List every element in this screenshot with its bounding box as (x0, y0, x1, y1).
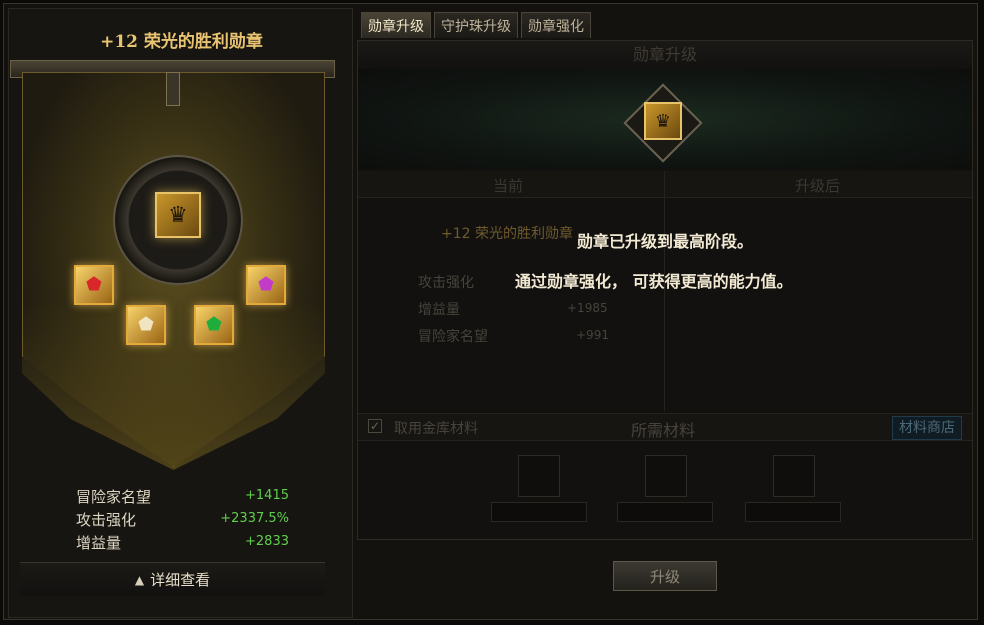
red-gem-icon[interactable]: ⬟ (74, 265, 114, 305)
stat-label: 增益量 (76, 534, 122, 552)
tab-bar: 勋章升级 守护珠升级 勋章强化 (361, 12, 591, 38)
medal-icon[interactable]: ♛ (155, 192, 201, 238)
upgrade-button[interactable]: 升级 (613, 561, 717, 591)
upgrade-medal-icon: ♛ (644, 102, 682, 140)
material-slot-label (745, 502, 841, 522)
compare-header: 当前 升级后 (358, 171, 972, 198)
tab-medal-upgrade[interactable]: 勋章升级 (361, 12, 431, 38)
max-stage-message: 勋章已升级到最高阶段。 (577, 232, 754, 251)
use-vault-label: 取用金库材料 (394, 421, 478, 437)
material-slot-label (617, 502, 713, 522)
enhance-hint-message: 通过勋章强化， 可获得更高的能力值。 (515, 272, 793, 291)
stat-value: +2833 (245, 534, 289, 549)
col-after-title: 升级后 (795, 177, 841, 195)
medal-stats: 冒险家名望 +1415 攻击强化 +2337.5% 增益量 +2833 (20, 486, 325, 555)
current-medal-name: +12 荣光的胜利勋章 (441, 226, 573, 242)
material-slot[interactable] (518, 455, 560, 497)
material-slot-label (491, 502, 587, 522)
stat-value: +2337.5% (220, 511, 289, 526)
stat-row: 增益量 +2833 (20, 532, 325, 555)
required-materials-label: 所需材料 (631, 421, 696, 440)
current-stat-label: 冒险家名望 (418, 329, 488, 345)
stat-label: 冒险家名望 (76, 488, 152, 506)
purple-gem-icon[interactable]: ⬟ (246, 265, 286, 305)
materials-bar: ✓ 取用金库材料 所需材料 材料商店 (358, 413, 972, 441)
detail-view-label: 详细查看 (150, 571, 211, 589)
tab-medal-enhance[interactable]: 勋章强化 (521, 12, 591, 38)
green-gem-icon[interactable]: ⬟ (194, 305, 234, 345)
col-current-title: 当前 (493, 177, 524, 195)
banner-knob (166, 72, 180, 106)
current-stat-label: 攻击强化 (418, 275, 474, 291)
current-stat-value: +991 (576, 328, 609, 342)
detail-view-button[interactable]: ▲ 详细查看 (20, 562, 325, 596)
use-vault-checkbox[interactable]: ✓ (368, 419, 382, 433)
stat-row: 攻击强化 +2337.5% (20, 509, 325, 532)
medal-title: +12 荣光的胜利勋章 (100, 32, 263, 52)
triangle-up-icon: ▲ (134, 572, 145, 587)
material-slot[interactable] (645, 455, 687, 497)
stat-label: 攻击强化 (76, 511, 137, 529)
tab-bead-upgrade[interactable]: 守护珠升级 (434, 12, 518, 38)
material-shop-button[interactable]: 材料商店 (892, 416, 962, 440)
material-slot[interactable] (773, 455, 815, 497)
current-stat-value: +1985 (567, 301, 608, 315)
stat-value: +1415 (245, 488, 289, 503)
stat-row: 冒险家名望 +1415 (20, 486, 325, 509)
white-gem-icon[interactable]: ⬟ (126, 305, 166, 345)
section-title: 勋章升级 (358, 41, 972, 70)
current-stat-label: 增益量 (418, 302, 460, 318)
